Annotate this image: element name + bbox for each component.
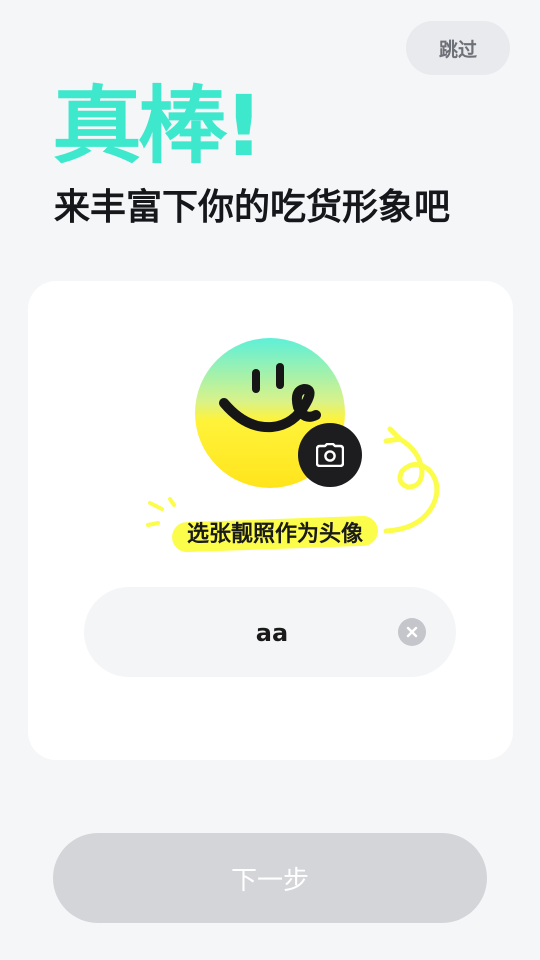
nickname-field	[84, 587, 456, 679]
swirl-arrow-icon	[383, 426, 440, 533]
hero-title: 真棒!	[52, 77, 264, 175]
skip-button[interactable]: 跳过	[406, 21, 510, 75]
camera-icon	[316, 443, 344, 467]
photo-hint: 选张靓照作为头像	[168, 511, 382, 553]
clear-icon	[406, 626, 418, 638]
camera-button[interactable]	[298, 423, 362, 487]
clear-button[interactable]	[398, 618, 426, 646]
page-subtitle: 来丰富下你的吃货形象吧	[54, 187, 451, 228]
photo-hint-label: 选张靓照作为头像	[186, 522, 363, 547]
nickname-input[interactable]	[144, 587, 400, 679]
profile-card: 选张靓照作为头像	[28, 281, 513, 760]
next-step-button[interactable]: 下一步	[53, 833, 487, 923]
